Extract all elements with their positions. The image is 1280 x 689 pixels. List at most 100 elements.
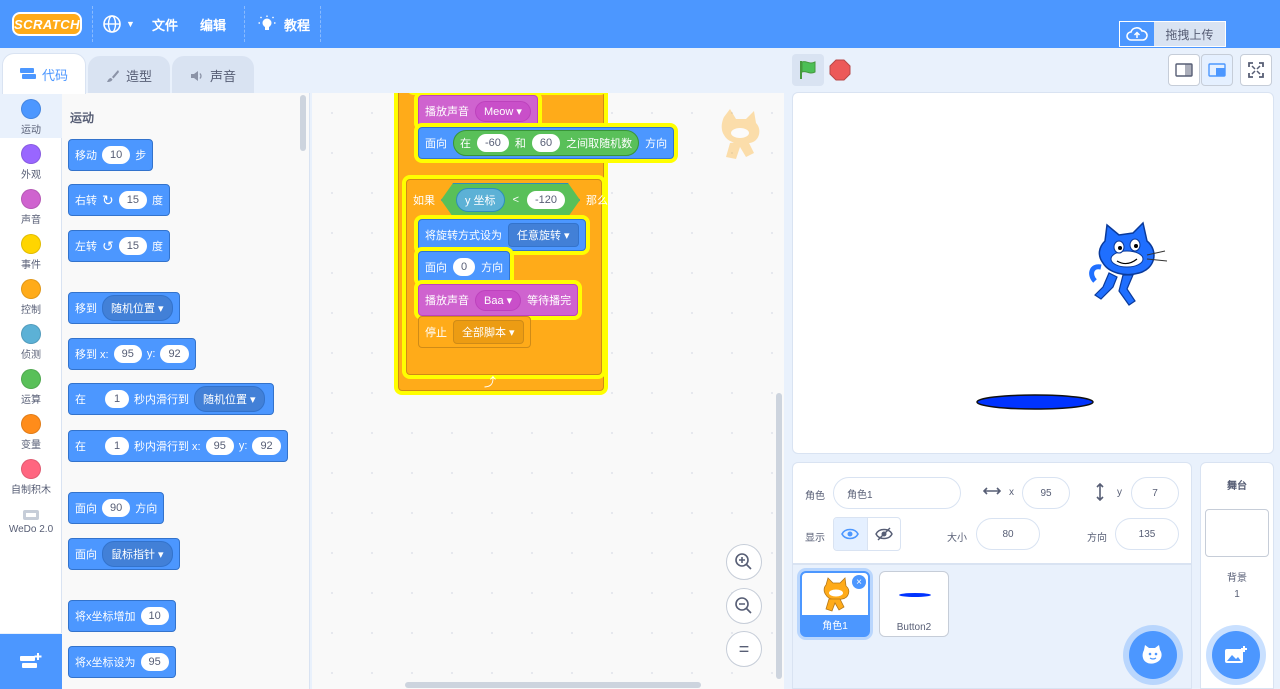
- sprite-name-input[interactable]: 角色1: [833, 477, 961, 509]
- glide-xy-block[interactable]: 在 1 秒内滑行到 x: 95 y: 92: [68, 430, 288, 462]
- category-sound[interactable]: 声音: [0, 183, 62, 228]
- image-add-icon: [1225, 646, 1247, 663]
- turn-left-block[interactable]: 左转 ↺ 15 度: [68, 230, 170, 262]
- tab-costumes[interactable]: 造型: [88, 56, 170, 94]
- category-wedo[interactable]: WeDo 2.0: [0, 498, 62, 543]
- workspace-vertical-scrollbar[interactable]: [776, 393, 782, 679]
- turn-right-block[interactable]: 右转 ↻ 15 度: [68, 184, 170, 216]
- add-sprite-button[interactable]: [1129, 631, 1177, 679]
- set-rotation-style-block[interactable]: 将旋转方式设为 任意旋转 ▾: [418, 219, 586, 251]
- stage-canvas[interactable]: [792, 92, 1274, 454]
- tab-code[interactable]: 代码: [2, 53, 86, 94]
- normal-stage-button[interactable]: [1201, 54, 1233, 86]
- small-stage-button[interactable]: [1168, 54, 1200, 86]
- category-label: 运动: [21, 125, 41, 136]
- y-less-than-condition[interactable]: y 坐标 < -120: [441, 183, 580, 217]
- menu-bar: SCRATCH ▼ 文件 编辑 教程 拖拽上传: [0, 0, 1280, 48]
- pick-random-operator[interactable]: 在 -60 和 60 之间取随机数: [453, 130, 640, 156]
- seconds-input[interactable]: 1: [105, 437, 129, 455]
- move-steps-block[interactable]: 移动 10 步: [68, 139, 154, 171]
- goto-xy-block[interactable]: 移到 x: 95 y: 92: [68, 338, 196, 370]
- set-x-block[interactable]: 将x坐标设为 95: [68, 646, 176, 678]
- cat-sprite[interactable]: [1089, 221, 1169, 309]
- y-input[interactable]: 92: [252, 437, 281, 455]
- compare-value-input[interactable]: -120: [527, 191, 565, 209]
- x-input[interactable]: 95: [205, 437, 234, 455]
- glide-target-dropdown[interactable]: 随机位置 ▾: [194, 386, 265, 412]
- degrees-input[interactable]: 15: [118, 237, 147, 255]
- zoom-reset-button[interactable]: =: [726, 631, 762, 667]
- x-position-input[interactable]: 95: [1022, 477, 1070, 509]
- add-extension-button[interactable]: [0, 634, 62, 689]
- sound-dropdown[interactable]: Meow ▾: [475, 100, 531, 122]
- hide-sprite-button[interactable]: [868, 518, 901, 550]
- category-label: 外观: [21, 170, 41, 181]
- random-to-input[interactable]: 60: [531, 134, 561, 152]
- sound-dropdown[interactable]: Baa ▾: [475, 289, 522, 311]
- category-sensing[interactable]: 侦测: [0, 318, 62, 363]
- direction-input[interactable]: 135: [1115, 518, 1179, 550]
- sprite-tile-2[interactable]: Button2: [879, 571, 949, 637]
- degrees-input[interactable]: 15: [118, 191, 147, 209]
- change-x-block[interactable]: 将x坐标增加 10: [68, 600, 176, 632]
- goto-target-dropdown[interactable]: 随机位置 ▾: [102, 295, 173, 321]
- edit-menu[interactable]: 编辑: [200, 0, 226, 48]
- backdrop-thumbnail[interactable]: [1205, 509, 1269, 557]
- y-position-reporter[interactable]: y 坐标: [456, 188, 505, 212]
- set-x-input[interactable]: 95: [140, 653, 169, 671]
- backdrops-count: 1: [1234, 589, 1240, 600]
- if-label: 如果: [413, 195, 435, 207]
- glide-block[interactable]: 在 1 秒内滑行到 随机位置 ▾: [68, 383, 274, 415]
- change-x-input[interactable]: 10: [140, 607, 169, 625]
- script-workspace[interactable]: 如果 y 坐标 < -120 那么 播放声音 Meow ▾ 面向 在 -60 和 60 之…: [312, 93, 784, 689]
- stop-option-dropdown[interactable]: 全部脚本 ▾: [453, 320, 524, 344]
- show-sprite-button[interactable]: [834, 518, 868, 550]
- scratch-logo[interactable]: SCRATCH: [12, 12, 82, 36]
- point-direction-block[interactable]: 面向 90 方向: [68, 492, 165, 524]
- add-backdrop-button[interactable]: [1212, 631, 1260, 679]
- category-control[interactable]: 控制: [0, 273, 62, 318]
- tutorials-menu[interactable]: 教程: [258, 0, 310, 48]
- file-menu[interactable]: 文件: [152, 0, 178, 48]
- green-flag-button[interactable]: [792, 54, 824, 86]
- play-sound-baa-until-done-block[interactable]: 播放声音 Baa ▾ 等待播完: [418, 284, 579, 316]
- zoom-out-button[interactable]: [726, 588, 762, 624]
- stop-all-block[interactable]: 停止 全部脚本 ▾: [418, 316, 531, 348]
- direction-input[interactable]: 90: [102, 499, 131, 517]
- category-variables[interactable]: 变量: [0, 408, 62, 453]
- category-motion[interactable]: 运动: [0, 93, 62, 138]
- goto-block[interactable]: 移到 随机位置 ▾: [68, 292, 180, 324]
- direction-input[interactable]: 0: [453, 258, 476, 276]
- rotation-style-dropdown[interactable]: 任意旋转 ▾: [508, 223, 579, 247]
- delete-sprite-icon[interactable]: ×: [852, 575, 866, 589]
- category-looks[interactable]: 外观: [0, 138, 62, 183]
- random-from-input[interactable]: -60: [477, 134, 509, 152]
- stop-button[interactable]: [828, 58, 852, 82]
- size-input[interactable]: 80: [976, 518, 1040, 550]
- steps-input[interactable]: 10: [102, 146, 131, 164]
- tab-sounds[interactable]: 声音: [172, 56, 254, 94]
- sprite-tile-1[interactable]: × 角色1: [800, 571, 870, 637]
- palette-scrollbar[interactable]: [300, 95, 306, 151]
- point-direction-zero-block[interactable]: 面向 0 方向: [418, 251, 511, 283]
- upload-button[interactable]: 拖拽上传: [1119, 21, 1226, 47]
- category-my-blocks[interactable]: 自制积木: [0, 453, 62, 498]
- fullscreen-button[interactable]: [1240, 54, 1272, 86]
- play-sound-meow-block[interactable]: 播放声音 Meow ▾: [418, 95, 538, 127]
- point-towards-dropdown[interactable]: 鼠标指针 ▾: [102, 541, 173, 567]
- y-position-input[interactable]: 7: [1131, 477, 1179, 509]
- y-input[interactable]: 92: [160, 345, 189, 363]
- category-operators[interactable]: 运算: [0, 363, 62, 408]
- language-menu[interactable]: ▼: [102, 0, 135, 48]
- workspace-horizontal-scrollbar[interactable]: [405, 682, 701, 688]
- tab-sounds-label: 声音: [209, 69, 236, 84]
- point-random-direction-block[interactable]: 面向 在 -60 和 60 之间取随机数 方向: [418, 127, 675, 159]
- zoom-in-button[interactable]: [726, 544, 762, 580]
- category-label: 控制: [21, 305, 41, 316]
- seconds-input[interactable]: 1: [105, 390, 129, 408]
- show-label: 显示: [805, 533, 825, 544]
- point-towards-block[interactable]: 面向 鼠标指针 ▾: [68, 538, 180, 570]
- category-events[interactable]: 事件: [0, 228, 62, 273]
- x-input[interactable]: 95: [113, 345, 142, 363]
- button2-sprite[interactable]: [975, 393, 1095, 411]
